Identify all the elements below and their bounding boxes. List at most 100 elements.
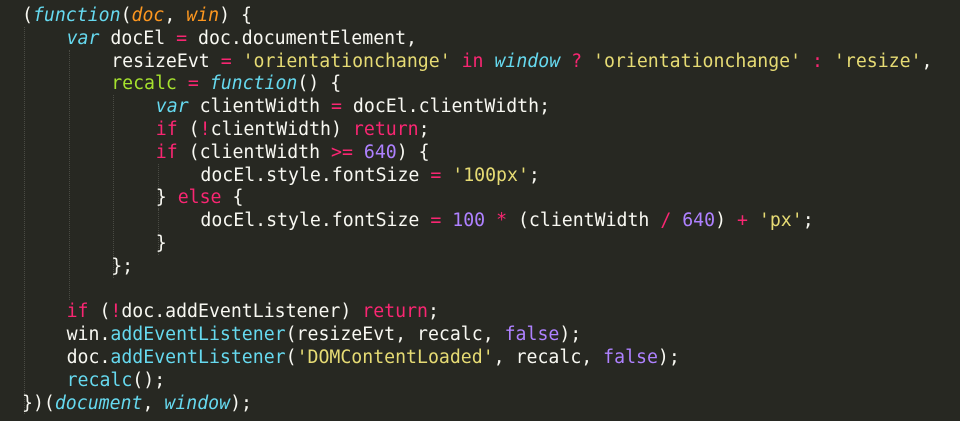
code-token: ! [110,301,122,323]
code-token: 'orientationchange' [242,50,451,72]
code-line[interactable]: recalc(); [67,369,166,392]
code-token: ; [528,164,540,186]
code-line[interactable]: resizeEvt = 'orientationchange' in windo… [111,50,932,73]
code-token: var [155,96,189,118]
code-token: if [155,141,178,163]
code-line[interactable]: if (clientWidth >= 640) { [156,141,430,164]
code-token: docEl.style.fontSize [200,210,431,232]
code-token: ; [418,119,430,140]
code-line[interactable]: var clientWidth = docEl.clientWidth; [156,95,550,118]
code-token: doc. [66,347,111,368]
code-line[interactable]: var docEl = doc.documentElement, [67,27,417,50]
code-line[interactable]: if (!clientWidth) return; [156,118,430,141]
code-token: ( [88,301,111,323]
code-token: 'resize' [833,50,922,72]
code-token: = [220,50,232,72]
indent-guide [68,49,70,301]
code-token: addEventListener [110,347,286,368]
indent-guide [113,95,115,278]
code-token: clientWidth) [210,119,353,140]
code-token: , recalc, [493,347,604,368]
code-token: , [921,50,933,72]
code-token: ; [427,301,439,323]
code-token: resizeEvt [111,50,221,72]
code-line[interactable]: if (!doc.addEventListener) return; [67,300,439,323]
code-token: , [164,5,187,26]
code-token: false [504,324,560,346]
code-token: = [331,96,342,118]
code-line[interactable]: }; [111,255,133,278]
code-token: '100px' [452,164,529,186]
code-token: } [155,187,178,209]
code-token: ( [177,119,200,140]
code-token: var [66,27,100,49]
code-token: * [496,210,508,232]
code-line[interactable]: docEl.style.fontSize = '100px'; [200,164,539,187]
code-token: ) { [219,5,252,26]
code-token: if [66,301,89,323]
code-line[interactable]: } [156,232,167,255]
code-token: } [155,233,167,254]
code-line[interactable]: win.addEventListener(resizeEvt, recalc, … [67,323,582,346]
code-line[interactable]: })(document, window); [22,392,252,415]
code-line[interactable]: recalc = function() { [111,72,341,95]
code-token: ); [657,347,680,368]
code-token: ? [571,50,583,72]
code-token: })( [22,392,55,414]
code-token: ; [802,210,814,232]
code-token: 'DOMContentLoaded' [296,347,494,368]
code-token: addEventListener [110,324,286,346]
code-line[interactable]: doc.addEventListener('DOMContentLoaded',… [67,346,680,369]
code-token: win. [66,324,111,346]
code-token: docEl.style.fontSize [200,164,431,186]
code-token: = [430,210,442,232]
indent-guide [24,26,25,415]
code-token: , [142,392,165,414]
code-token: return [352,119,419,140]
code-line[interactable]: docEl.style.fontSize = 100 * (clientWidt… [200,209,813,232]
code-token: ) [715,210,737,232]
code-token: ( [285,347,297,368]
code-token: docEl [99,27,177,49]
code-token: docEl.clientWidth; [341,96,551,118]
code-token: (clientWidth [507,210,661,232]
code-token: 640 [363,141,397,163]
code-token: 'px' [758,210,803,232]
code-token: () { [297,73,342,95]
code-token: recalc [111,73,177,95]
code-token: 100 [452,210,486,232]
code-token: function [32,5,121,26]
code-token: 640 [682,210,716,232]
code-token: { [221,187,244,209]
code-token: doc [131,5,165,26]
code-token: + [737,210,748,232]
code-line[interactable]: (function(doc, win) { [22,4,252,27]
code-token: ! [199,119,211,140]
code-line[interactable]: } else { [156,186,244,209]
code-token: false [603,347,658,368]
code-token: else [177,187,222,209]
code-token: doc.documentElement, [187,27,418,49]
code-token: doc.addEventListener) [121,301,363,323]
code-token: clientWidth [188,96,332,118]
code-token: 'orientationchange' [593,50,802,72]
code-token: function [209,73,298,95]
code-token: ); [559,324,582,346]
code-token: win [186,5,220,26]
code-editor[interactable]: (function(doc, win) {var docEl = doc.doc… [0,0,960,421]
code-token: }; [111,255,134,277]
code-token: >= [331,141,353,163]
